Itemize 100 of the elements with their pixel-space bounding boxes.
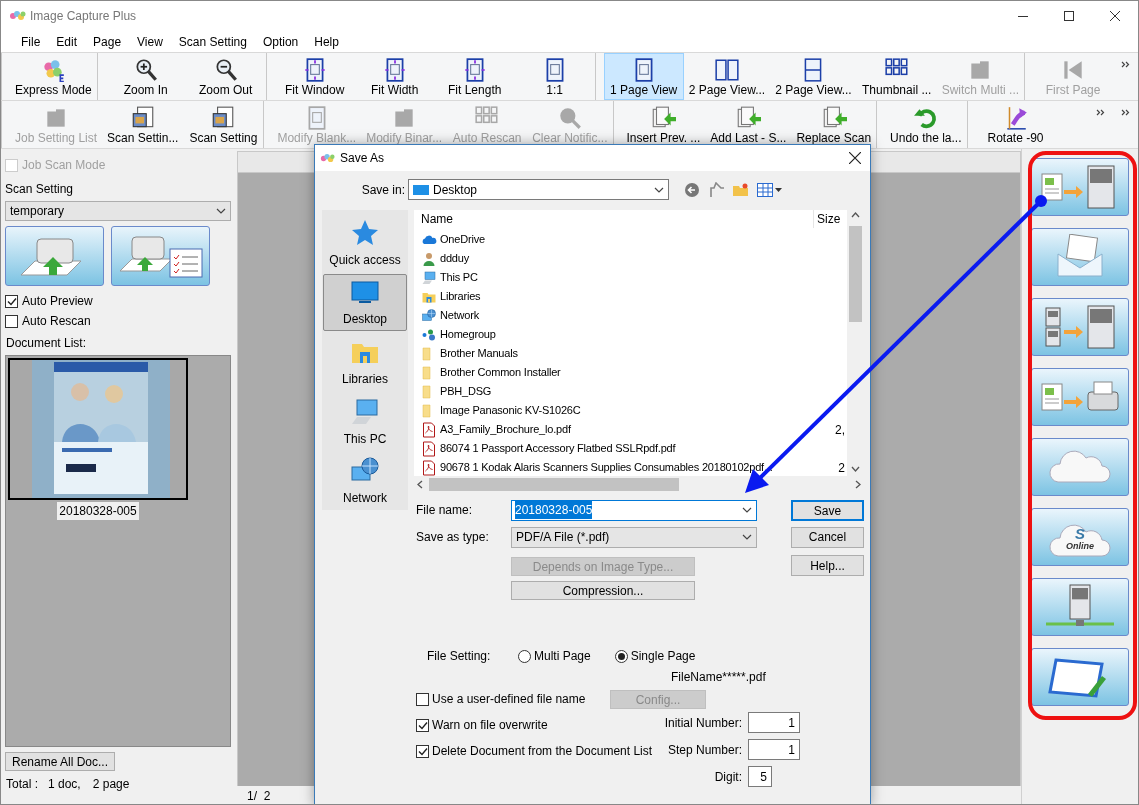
file-row[interactable]: Brother Manuals — [414, 345, 813, 362]
rename-button[interactable]: Rename All Doc... — [5, 752, 116, 771]
toolbar-button[interactable]: Scan Settin... — [102, 101, 184, 148]
menu-item[interactable]: File — [13, 32, 49, 51]
action-button[interactable] — [1031, 158, 1129, 216]
toolbar-button[interactable]: Fit Width — [354, 53, 435, 100]
radio-label: Multi Page — [534, 648, 591, 665]
new-folder-icon[interactable] — [732, 182, 749, 197]
file-row[interactable]: OneDrive — [414, 231, 813, 248]
toolbar-button[interactable]: Scan Setting — [183, 101, 264, 148]
file-row[interactable]: Homegroup — [414, 326, 813, 343]
menu-item[interactable]: Edit — [48, 32, 86, 51]
app-logo-icon — [320, 152, 335, 164]
place-item[interactable]: Network — [323, 452, 407, 510]
checkbox[interactable] — [5, 294, 18, 308]
scroll-up-icon[interactable] — [851, 212, 860, 218]
radio-button[interactable] — [614, 649, 628, 663]
number-field[interactable]: 1 — [748, 739, 800, 760]
toolbar-button[interactable]: 1 Page View — [603, 53, 684, 100]
checkbox[interactable] — [416, 718, 429, 732]
chevron-down-icon — [216, 208, 226, 214]
file-row[interactable]: 86074 1 Passport Accessory Flatbed SSLRpdf.pdf — [414, 440, 813, 457]
field-label: Step Number: — [667, 741, 742, 759]
toolbar-button[interactable]: Thumbnail ... — [856, 53, 937, 100]
chevrons-icon[interactable] — [1121, 109, 1130, 116]
radio-button[interactable] — [518, 649, 531, 663]
file-type-select[interactable]: PDF/A File (*.pdf) — [511, 526, 757, 548]
file-row[interactable]: PBH_DSG — [414, 383, 813, 400]
menu-item[interactable]: Scan Setting — [170, 32, 255, 51]
action-button[interactable]: S Online — [1031, 508, 1129, 566]
file-row[interactable]: Image Panasonic KV-S1026C — [414, 402, 813, 419]
number-field[interactable]: 1 — [748, 712, 800, 733]
checkbox[interactable] — [416, 692, 429, 706]
toolbar-button[interactable]: Undo the la... — [885, 101, 967, 148]
action-button[interactable] — [1031, 298, 1129, 356]
column-header[interactable]: Name — [414, 210, 813, 228]
place-item[interactable]: Quick access — [323, 214, 407, 272]
save-in-select[interactable]: Desktop — [408, 179, 669, 200]
chevron-down-icon — [654, 186, 664, 193]
menu-item[interactable]: Help — [306, 32, 347, 51]
help-button[interactable]: Help... — [791, 555, 864, 576]
menu-item[interactable]: Page — [85, 32, 130, 51]
file-row[interactable]: Libraries — [414, 288, 813, 305]
document-name: 20180328-005 — [57, 502, 139, 520]
toolbar-button[interactable]: 2 Page View... — [770, 53, 857, 100]
scan-setting-select[interactable]: temporary — [5, 201, 231, 221]
pdf-file-icon — [421, 440, 437, 457]
place-item[interactable]: Desktop — [323, 273, 407, 332]
document-count: 1 doc, — [48, 776, 81, 793]
save-button[interactable]: Save — [791, 499, 864, 521]
compression-button[interactable]: Compression... — [511, 581, 695, 600]
cancel-button[interactable]: Cancel — [791, 526, 864, 548]
scroll-left-icon[interactable] — [417, 480, 423, 489]
grid-view-icon — [757, 182, 773, 197]
two-pages-icon — [713, 56, 740, 83]
toolbar-button[interactable]: Zoom Out — [185, 53, 266, 100]
checkbox-label: Auto Preview — [22, 293, 93, 310]
check-icon — [417, 720, 428, 730]
scan-preview-button[interactable] — [111, 226, 210, 286]
view-menu-button[interactable] — [757, 182, 782, 197]
file-name-field[interactable]: 20180328-005 — [511, 499, 757, 521]
file-row[interactable]: Network — [414, 307, 813, 324]
page-indicator: 1/ 2 — [247, 788, 271, 804]
toolbar-button[interactable]: Express Mode — [10, 53, 97, 100]
toolbar-button[interactable]: Fit Window — [274, 53, 355, 100]
minimize-icon — [1018, 15, 1028, 17]
file-row[interactable]: This PC — [414, 269, 813, 286]
field-label: File name: — [416, 502, 474, 519]
field-label: Scan Setting — [5, 181, 75, 198]
back-icon[interactable] — [684, 181, 700, 198]
chevrons-icon[interactable] — [1096, 109, 1105, 116]
caret-icon — [775, 187, 782, 192]
pdf-file-icon — [421, 459, 437, 476]
checkbox[interactable] — [5, 314, 18, 328]
monitor-icon — [413, 183, 429, 196]
action-button[interactable] — [1031, 648, 1129, 706]
place-item[interactable]: This PC — [323, 392, 407, 451]
toolbar-button[interactable]: 1:1 — [514, 53, 595, 100]
place-item[interactable]: Libraries — [323, 333, 407, 391]
badge-letter: S — [1075, 525, 1085, 541]
file-row[interactable]: ddduy — [414, 250, 813, 267]
scroll-down-icon[interactable] — [851, 466, 860, 472]
toolbar-button[interactable]: Zoom In — [105, 53, 186, 100]
toolbar-button[interactable]: 2 Page View... — [683, 53, 771, 100]
menu-item[interactable]: View — [129, 32, 171, 51]
menu-item[interactable]: Option — [254, 32, 307, 51]
toolbar-button[interactable]: Fit Length — [434, 53, 515, 100]
page-count: 2 page — [92, 776, 130, 793]
checkbox-label: Delete Document from the Document List — [432, 743, 653, 760]
radio-label: Single Page — [630, 648, 696, 665]
chevrons-icon[interactable] — [1121, 61, 1130, 68]
toolbar-button[interactable]: Rotate -90 — [975, 101, 1056, 148]
scroll-right-icon[interactable] — [855, 480, 861, 489]
action-button[interactable] — [1031, 578, 1129, 636]
number-field[interactable]: 5 — [748, 766, 772, 787]
file-row[interactable]: Brother Common Installer — [414, 364, 813, 381]
file-row[interactable]: A3_Family_Brochure_lo.pdf — [414, 421, 813, 438]
checkbox[interactable] — [416, 744, 429, 758]
scan-button[interactable] — [5, 226, 104, 286]
computer-icon — [421, 269, 437, 286]
